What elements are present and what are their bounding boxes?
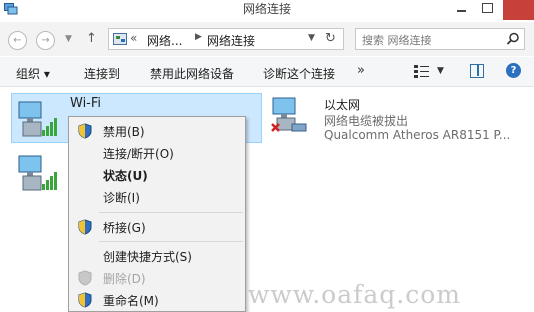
- search-box[interactable]: [355, 28, 525, 50]
- menu-separator: [99, 212, 243, 213]
- more-commands-button[interactable]: »: [357, 63, 365, 78]
- change-view-icon[interactable]: [414, 64, 430, 78]
- breadcrumb-network[interactable]: 网络...: [147, 32, 182, 49]
- disable-device-button[interactable]: 禁用此网络设备: [150, 65, 234, 82]
- wifi-adapter-icon: [18, 101, 57, 137]
- title-bar: 网络连接: [0, 0, 534, 22]
- wifi-adapter-2-icon[interactable]: [16, 152, 60, 196]
- ethernet-adapter-device: Qualcomm Atheros AR8151 P...: [324, 128, 511, 142]
- menu-item-disable[interactable]: 禁用(B): [69, 120, 245, 142]
- recent-locations-chevron-icon[interactable]: ▼: [65, 34, 72, 44]
- menu-item-rename[interactable]: 重命名(M): [69, 289, 245, 311]
- uac-shield-icon: [78, 219, 92, 235]
- uac-shield-icon: [78, 270, 92, 286]
- refresh-icon[interactable]: ↻: [325, 31, 336, 46]
- wifi-adapter-name: Wi-Fi: [70, 96, 102, 111]
- close-button[interactable]: [503, 0, 534, 20]
- address-row: ← → ▼ ↑ « 网络... ▶ 网络连接 ▼ ↻: [0, 22, 534, 56]
- context-menu: 禁用(B) 连接/断开(O) 状态(U) 诊断(I) 桥接(G) 创建快捷方式(…: [68, 116, 246, 312]
- menu-item-status[interactable]: 状态(U): [69, 164, 245, 186]
- connect-to-button[interactable]: 连接到: [84, 65, 120, 82]
- watermark-text: www.oafaq.com: [248, 280, 461, 309]
- minimize-button[interactable]: [449, 0, 473, 18]
- menu-separator: [99, 241, 243, 242]
- up-arrow-icon[interactable]: ↑: [86, 31, 97, 46]
- address-bar[interactable]: « 网络... ▶ 网络连接 ▼ ↻: [108, 28, 344, 50]
- uac-shield-icon: [78, 123, 92, 139]
- search-icon[interactable]: [506, 32, 520, 46]
- control-panel-icon: [113, 33, 127, 45]
- ethernet-adapter-status: 网络电缆被拔出: [324, 114, 409, 128]
- breadcrumb-network-connections[interactable]: 网络连接: [207, 32, 255, 49]
- help-icon[interactable]: ?: [506, 63, 521, 78]
- menu-item-delete: 删除(D): [69, 267, 245, 289]
- overflow-chevron[interactable]: «: [130, 31, 137, 45]
- back-button[interactable]: ←: [8, 31, 27, 50]
- menu-item-connect-disconnect[interactable]: 连接/断开(O): [69, 142, 245, 164]
- breadcrumb-separator-icon[interactable]: ▶: [195, 32, 202, 42]
- diagnose-button[interactable]: 诊断这个连接: [263, 65, 335, 82]
- preview-pane-icon[interactable]: [470, 64, 484, 78]
- maximize-button[interactable]: [476, 0, 500, 18]
- menu-item-diagnose[interactable]: 诊断(I): [69, 186, 245, 208]
- menu-item-create-shortcut[interactable]: 创建快捷方式(S): [69, 245, 245, 267]
- search-input[interactable]: [360, 31, 504, 49]
- uac-shield-icon: [78, 292, 92, 308]
- ethernet-adapter-name[interactable]: 以太网: [324, 96, 360, 113]
- address-dropdown-icon[interactable]: ▼: [308, 33, 315, 43]
- ethernet-adapter-icon[interactable]: [270, 94, 314, 138]
- command-bar: 组织 ▾ 连接到 禁用此网络设备 诊断这个连接 » ▼ ?: [0, 57, 534, 87]
- menu-item-bridge[interactable]: 桥接(G): [69, 216, 245, 238]
- forward-button[interactable]: →: [36, 31, 55, 50]
- view-dropdown-icon[interactable]: ▼: [437, 66, 444, 76]
- organize-button[interactable]: 组织 ▾: [16, 65, 50, 82]
